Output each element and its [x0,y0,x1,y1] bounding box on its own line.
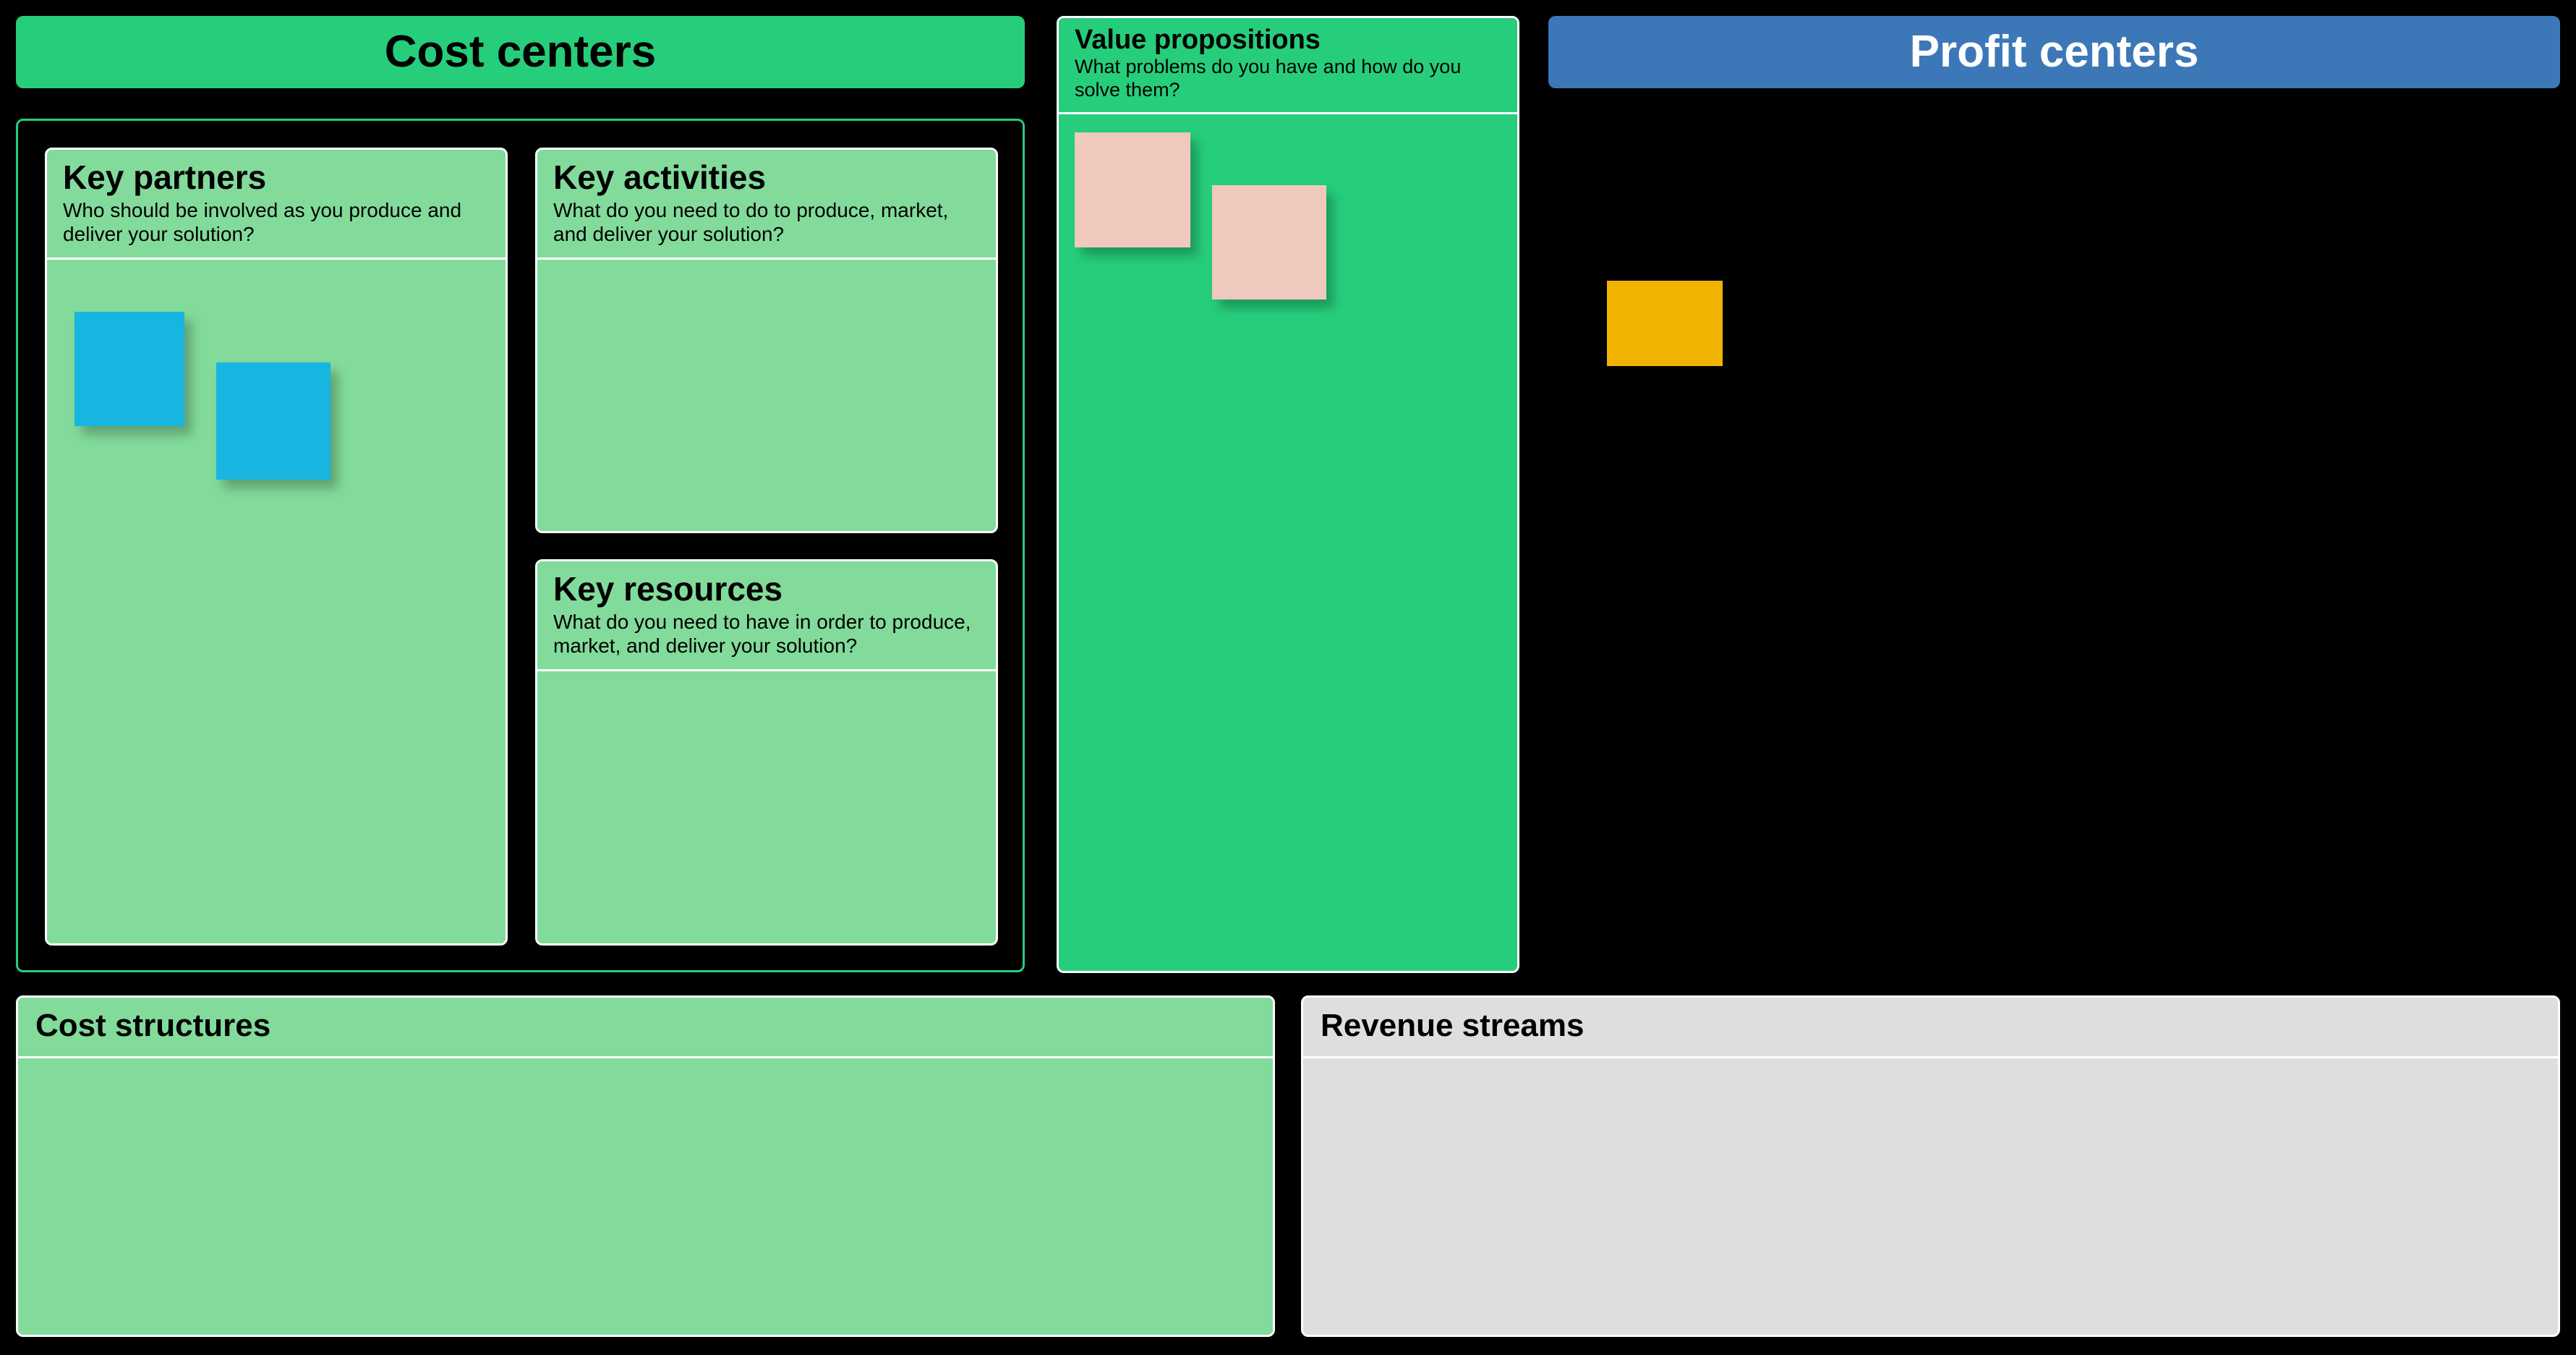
key-resources-header: Key resources What do you need to have i… [537,561,996,671]
key-activities-title: Key activities [553,158,767,196]
value-propositions-subtitle: What problems do you have and how do you… [1075,56,1462,101]
sticky-note[interactable] [74,311,184,426]
block-revenue-streams[interactable]: Revenue streams [1301,995,2560,1337]
value-propositions-body[interactable] [1059,114,1517,971]
revenue-streams-title: Revenue streams [1321,1008,1585,1043]
key-activities-subtitle: What do you need to do to produce, marke… [553,198,949,245]
block-key-activities[interactable]: Key activities What do you need to do to… [535,148,998,533]
key-activities-body[interactable] [537,259,996,531]
revenue-streams-header: Revenue streams [1303,998,2558,1058]
cost-structures-body[interactable] [18,1058,1273,1335]
profit-centers-banner[interactable]: Profit centers [1548,16,2560,88]
block-cost-structures[interactable]: Cost structures [16,995,1275,1337]
sticky-note[interactable] [1607,281,1723,366]
key-partners-header: Key partners Who should be involved as y… [47,150,506,260]
profit-centers-banner-title: Profit centers [1909,27,2199,77]
sticky-note[interactable] [1212,184,1326,300]
key-partners-body[interactable] [47,259,506,943]
sticky-note[interactable] [216,362,330,480]
cost-structures-title: Cost structures [35,1008,271,1043]
value-propositions-title: Value propositions [1075,25,1321,55]
block-key-resources[interactable]: Key resources What do you need to have i… [535,559,998,946]
sticky-note[interactable] [1075,132,1190,247]
key-resources-subtitle: What do you need to have in order to pro… [553,610,971,657]
key-partners-subtitle: Who should be involved as you produce an… [63,198,462,245]
key-activities-header: Key activities What do you need to do to… [537,150,996,260]
key-partners-title: Key partners [63,158,267,196]
value-propositions-header: Value propositions What problems do you … [1059,18,1517,114]
business-model-canvas: Cost centers Profit centers Key partners… [0,0,2576,1355]
revenue-streams-body[interactable] [1303,1058,2558,1335]
cost-centers-banner[interactable]: Cost centers [16,16,1025,88]
key-resources-body[interactable] [537,671,996,943]
block-value-propositions[interactable]: Value propositions What problems do you … [1057,16,1519,973]
cost-centers-banner-title: Cost centers [384,27,657,77]
key-resources-title: Key resources [553,570,783,608]
cost-structures-header: Cost structures [18,998,1273,1058]
block-key-partners[interactable]: Key partners Who should be involved as y… [45,148,508,946]
